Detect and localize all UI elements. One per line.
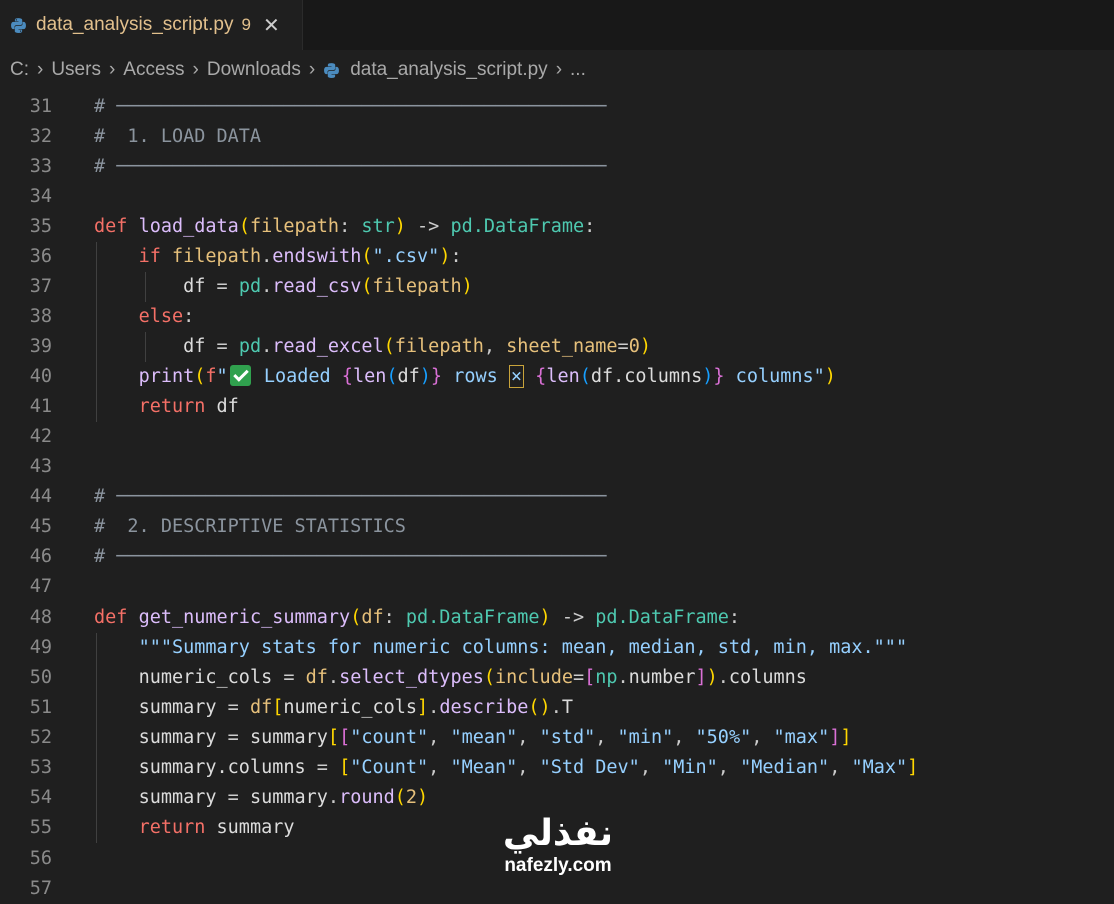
line-number: 37 — [29, 276, 52, 297]
tab-filename: data_analysis_script.py — [36, 14, 234, 35]
line-number: 46 — [29, 546, 52, 567]
line-number: 40 — [29, 366, 52, 387]
chevron-right-icon: › — [192, 59, 199, 80]
python-file-icon — [324, 62, 340, 78]
line-number: 47 — [29, 576, 52, 597]
code-line[interactable]: # 2. DESCRIPTIVE STATISTICS — [94, 512, 406, 542]
breadcrumb-more[interactable]: ... — [570, 59, 586, 81]
code-line[interactable]: # ──────────────────────────────────────… — [94, 542, 606, 572]
code-line[interactable]: summary.columns = ["Count", "Mean", "Std… — [94, 753, 919, 783]
code-line[interactable]: """Summary stats for numeric columns: me… — [94, 633, 908, 663]
code-line[interactable]: def load_data(filepath: str) -> pd.DataF… — [94, 212, 595, 242]
breadcrumb-drive[interactable]: C: — [10, 59, 29, 81]
line-number: 32 — [29, 126, 52, 147]
line-number: 31 — [29, 96, 52, 117]
code-line[interactable]: summary = summary.round(2) — [94, 783, 429, 813]
watermark-arabic: نفذلي — [502, 813, 614, 854]
breadcrumb: C: › Users › Access › Downloads › data_a… — [0, 52, 1114, 88]
python-file-icon — [11, 17, 26, 33]
chevron-right-icon: › — [108, 59, 116, 80]
line-number: 48 — [29, 607, 52, 628]
code-line[interactable]: df = pd.read_csv(filepath) — [94, 272, 473, 302]
tab-data-analysis-script[interactable]: data_analysis_script.py 9 ✕ — [0, 0, 303, 50]
code-editor[interactable]: 31 # ────────────────────────────────────… — [0, 92, 1114, 899]
line-number: 42 — [29, 426, 52, 447]
code-line[interactable]: return summary — [94, 813, 295, 843]
code-line[interactable]: summary = summary[["count", "mean", "std… — [94, 723, 852, 753]
line-number: 41 — [29, 396, 52, 417]
code-line[interactable]: df = pd.read_excel(filepath, sheet_name=… — [94, 332, 651, 362]
watermark-url: nafezly.com — [504, 855, 612, 876]
line-number: 50 — [29, 667, 52, 688]
close-icon[interactable]: ✕ — [263, 13, 280, 37]
chevron-right-icon: › — [308, 59, 316, 80]
line-number: 52 — [29, 727, 52, 748]
check-mark-icon — [229, 365, 251, 386]
line-number: 49 — [29, 637, 52, 658]
breadcrumb-downloads[interactable]: Downloads — [207, 59, 301, 81]
code-line[interactable]: if filepath.endswith(".csv"): — [94, 242, 462, 272]
code-line[interactable]: # ──────────────────────────────────────… — [94, 152, 606, 182]
line-number: 43 — [29, 456, 52, 477]
line-number: 57 — [29, 878, 52, 899]
line-number: 36 — [29, 246, 52, 267]
code-line[interactable]: def get_numeric_summary(df: pd.DataFrame… — [94, 603, 740, 633]
line-number: 55 — [29, 817, 52, 838]
code-line[interactable]: else: — [94, 302, 195, 332]
line-number: 45 — [29, 516, 52, 537]
line-number: 56 — [29, 848, 52, 869]
watermark-logo: نفذلي nafezly.com — [488, 812, 628, 876]
breadcrumb-file[interactable]: data_analysis_script.py — [350, 59, 548, 81]
line-number: 38 — [29, 306, 52, 327]
code-line[interactable]: # 1. LOAD DATA — [94, 122, 261, 152]
line-number: 54 — [29, 787, 52, 808]
code-line[interactable]: summary = df[numeric_cols].describe().T — [94, 693, 573, 723]
line-number: 51 — [29, 697, 52, 718]
code-line[interactable]: print(f" Loaded {len(df)} rows × {len(df… — [94, 362, 836, 392]
code-line[interactable]: return df — [94, 392, 239, 422]
tab-bar: data_analysis_script.py 9 ✕ — [0, 0, 1114, 50]
line-number: 35 — [29, 216, 52, 237]
chevron-right-icon: › — [37, 59, 44, 80]
line-number: 33 — [29, 156, 52, 177]
line-number: 39 — [29, 336, 52, 357]
line-number: 53 — [29, 757, 52, 778]
code-line[interactable]: # ──────────────────────────────────────… — [94, 92, 606, 122]
code-line[interactable]: numeric_cols = df.select_dtypes(include=… — [94, 663, 807, 693]
chevron-right-icon: › — [555, 59, 563, 80]
breadcrumb-users[interactable]: Users — [51, 59, 101, 81]
line-number: 34 — [29, 186, 52, 207]
code-line[interactable]: # ──────────────────────────────────────… — [94, 482, 606, 512]
problem-count-badge: 9 — [241, 15, 251, 34]
breadcrumb-access[interactable]: Access — [123, 59, 184, 81]
line-number: 44 — [29, 486, 52, 507]
